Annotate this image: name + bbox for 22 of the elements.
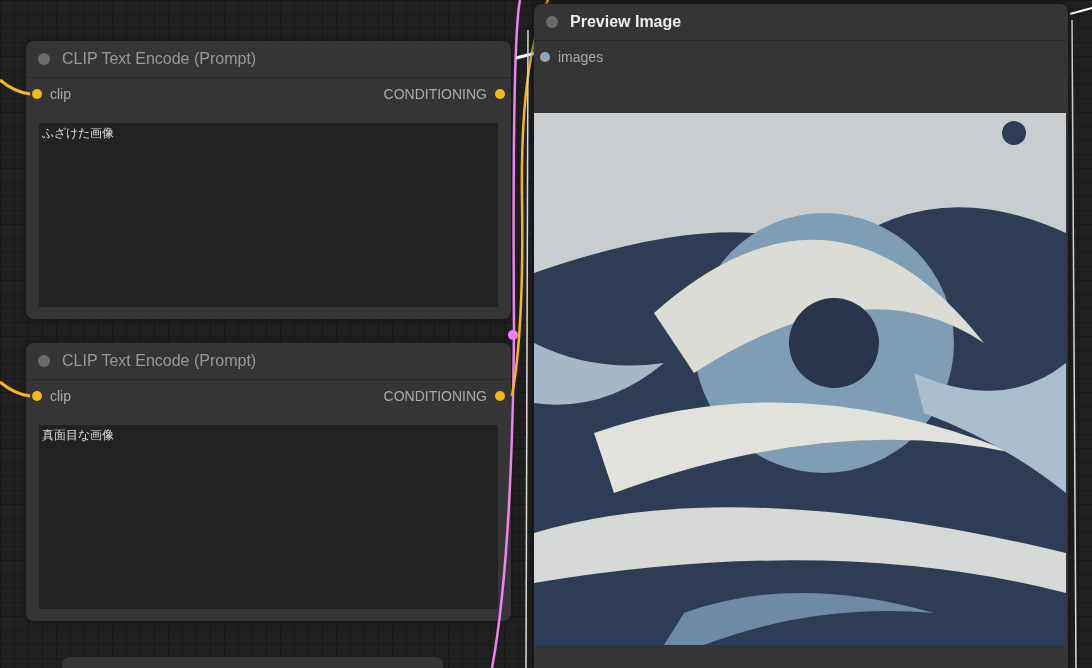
collapse-dot[interactable] (38, 355, 50, 367)
output-label: CONDITIONING (383, 388, 487, 404)
input-label: images (558, 49, 604, 65)
collapse-dot[interactable] (546, 16, 558, 28)
wire (1069, 7, 1092, 15)
node-title: CLIP Text Encode (Prompt) (62, 352, 257, 370)
wire (0, 380, 31, 398)
output-slot-dot[interactable] (495, 391, 505, 401)
input-label: clip (50, 388, 71, 404)
input-slot-dot[interactable] (32, 89, 42, 99)
output-label: CONDITIONING (383, 86, 487, 102)
collapse-dot[interactable] (38, 53, 50, 65)
output-slot-dot[interactable] (495, 89, 505, 99)
node-title: Preview Image (570, 13, 682, 31)
prompt-textarea[interactable]: 真面目な画像 (39, 425, 498, 609)
wire (0, 78, 31, 96)
input-slot-dot[interactable] (540, 52, 550, 62)
node-title: CLIP Text Encode (Prompt) (62, 50, 257, 68)
prompt-textarea[interactable]: ふざけた画像 (39, 123, 498, 307)
input-label: clip (50, 86, 71, 102)
wire-junction (508, 330, 518, 340)
input-slot-dot[interactable] (32, 391, 42, 401)
